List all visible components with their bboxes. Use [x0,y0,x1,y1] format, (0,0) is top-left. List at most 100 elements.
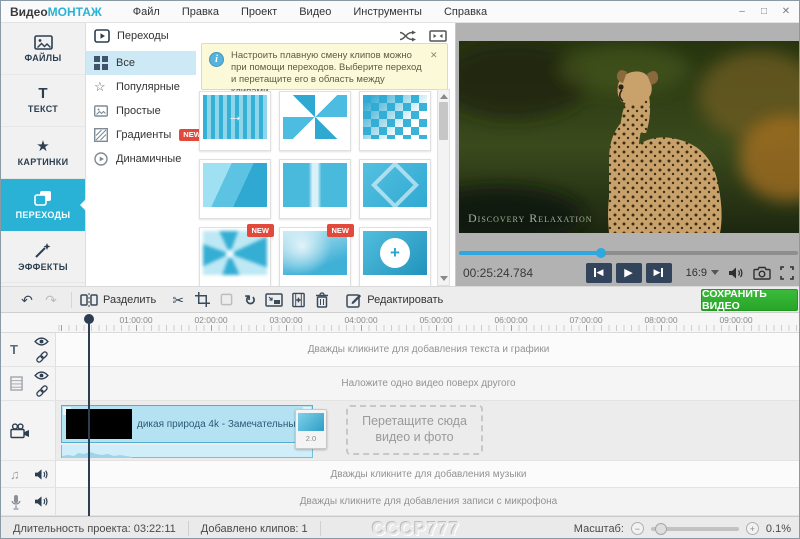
layers-icon [34,191,51,206]
video-drop-zone[interactable]: Перетащите сюда видео и фото [346,405,483,455]
scroll-up-icon[interactable] [438,90,449,102]
text-track-header: T [1,333,56,366]
menu-help[interactable]: Справка [433,3,498,21]
undo-button[interactable]: ↶ [15,289,39,311]
transition-thumb-circle-move[interactable]: + [359,227,431,287]
category-dynamic[interactable]: Динамичные [86,147,196,171]
category-all[interactable]: Все [86,51,196,75]
menu-file[interactable]: Файл [122,3,171,21]
expand-preview-icon[interactable] [429,29,447,43]
play-circle-icon [94,152,108,166]
progress-handle[interactable] [596,248,607,258]
speaker-icon[interactable] [34,468,49,481]
mic-track-area[interactable]: Дважды кликните для добавления записи с … [56,488,799,515]
microphone-icon [11,494,21,510]
rotate-icon: ↻ [244,291,257,308]
crop-button[interactable] [190,289,214,311]
prev-glyph: ◀ [596,267,604,277]
transition-thumb-pinwheel[interactable] [279,91,351,151]
volume-icon[interactable] [728,266,744,280]
sidebar-item-files[interactable]: ФАЙЛЫ [1,23,85,75]
menu-edit[interactable]: Правка [171,3,230,21]
clip-audio-waveform[interactable] [61,445,313,458]
frame-icon [94,105,108,117]
waveform [62,452,132,458]
speaker-icon[interactable] [34,495,49,508]
zoom-out-button[interactable]: − [630,522,644,535]
grid-scrollbar[interactable] [437,89,450,286]
playback-progress-bar[interactable] [459,248,798,258]
redo-button[interactable]: ↷ [39,289,63,311]
transition-thumb-spiral[interactable]: NEW [199,224,274,287]
fullscreen-icon[interactable] [780,265,794,280]
ruler-label: 07:00:00 [569,315,603,325]
close-icon[interactable]: ✕ [430,50,440,83]
watermark-text: СССР777 [371,519,461,539]
progress-fill [459,251,602,255]
transitions-panel: Переходы Все ☆ Популярные Простые Градие… [86,23,456,287]
category-popular[interactable]: ☆ Популярные [86,75,196,99]
transition-thumb-blinds[interactable]: → [199,91,271,151]
maximize-button[interactable]: □ [757,6,771,17]
close-button[interactable]: ✕ [779,6,793,17]
eye-icon[interactable] [34,370,49,381]
stop-button[interactable] [214,289,238,311]
split-icon [80,292,98,307]
play-button[interactable]: ▶ [615,262,642,283]
edit-clip-button[interactable]: Редактировать [346,289,443,311]
menu-tools[interactable]: Инструменты [342,3,433,21]
zoom-slider[interactable] [650,522,739,535]
mic-track-header [1,488,56,515]
film-add-icon [291,292,305,307]
transition-thumb-bar-split[interactable] [279,159,351,219]
transition-thumb-diagonal-wipe[interactable] [199,159,271,219]
stop-square-icon [220,293,233,306]
text-track-area[interactable]: Дважды кликните для добавления текста и … [56,333,799,366]
zoom-in-button[interactable]: + [745,522,759,535]
link-icon[interactable] [35,350,49,364]
transition-thumb-blur[interactable]: NEW [279,224,354,287]
transition-thumb-checkerboard[interactable] [359,91,431,151]
add-clip-button[interactable] [286,289,310,311]
menu-project[interactable]: Проект [230,3,288,21]
playhead[interactable] [88,323,90,516]
video-track-area[interactable]: дикая природа 4k - Замечательный фильм о… [56,401,799,460]
clip-transition-badge[interactable]: 2.0 [295,409,327,449]
menu-video[interactable]: Видео [288,3,342,21]
video-clip[interactable]: дикая природа 4k - Замечательный фильм о [61,405,313,443]
minimize-button[interactable]: – [735,6,749,17]
snapshot-camera-icon[interactable] [753,266,771,280]
sidebar-item-effects[interactable]: ЭФФЕКТЫ [1,231,85,283]
shuffle-icon[interactable] [399,29,417,43]
link-icon[interactable] [35,384,49,398]
scrollbar-thumb[interactable] [439,102,448,140]
pip-button[interactable] [262,289,286,311]
cut-button[interactable]: ✂ [166,289,190,311]
eye-icon[interactable] [34,336,49,347]
sidebar-item-transitions[interactable]: ПЕРЕХОДЫ [1,179,85,231]
sidebar-item-pictures[interactable]: ★ КАРТИНКИ [1,127,85,179]
music-note-icon: ♫ [10,466,20,482]
music-track-area[interactable]: Дважды кликните для добавления музыки [56,461,799,487]
ruler-label: 09:00:00 [719,315,753,325]
save-video-button[interactable]: СОХРАНИТЬ ВИДЕО [701,288,798,312]
overlay-track-area[interactable]: Наложите одно видео поверх другого [56,367,799,400]
delete-button[interactable] [310,289,334,311]
zoom-slider-handle[interactable] [654,522,667,535]
aspect-ratio-select[interactable]: 16:9 [686,266,719,279]
next-frame-button[interactable]: ▶ [645,262,672,283]
split-button[interactable]: Разделить [80,289,156,311]
sidebar-item-text[interactable]: T ТЕКСТ [1,75,85,127]
transition-thumb-diamond[interactable] [359,159,431,219]
clips-count: Добавлено клипов: 1 [189,523,320,535]
category-label: Градиенты [116,129,172,141]
category-simple[interactable]: Простые [86,99,196,123]
edit-toolbar: ↶ ↷ Разделить ✂ ↻ Редактировать СОХРАНИТ… [1,286,799,313]
timeline-ruler[interactable]: 01:00:00 02:00:00 03:00:00 04:00:00 05:0… [1,313,799,333]
scroll-down-icon[interactable] [438,273,449,285]
category-gradients[interactable]: Градиенты NEW [86,123,205,147]
star-icon: ★ [36,137,50,155]
rotate-button[interactable]: ↻ [238,289,262,311]
prev-frame-button[interactable]: ◀ [585,262,612,283]
playhead-handle[interactable] [84,314,94,324]
